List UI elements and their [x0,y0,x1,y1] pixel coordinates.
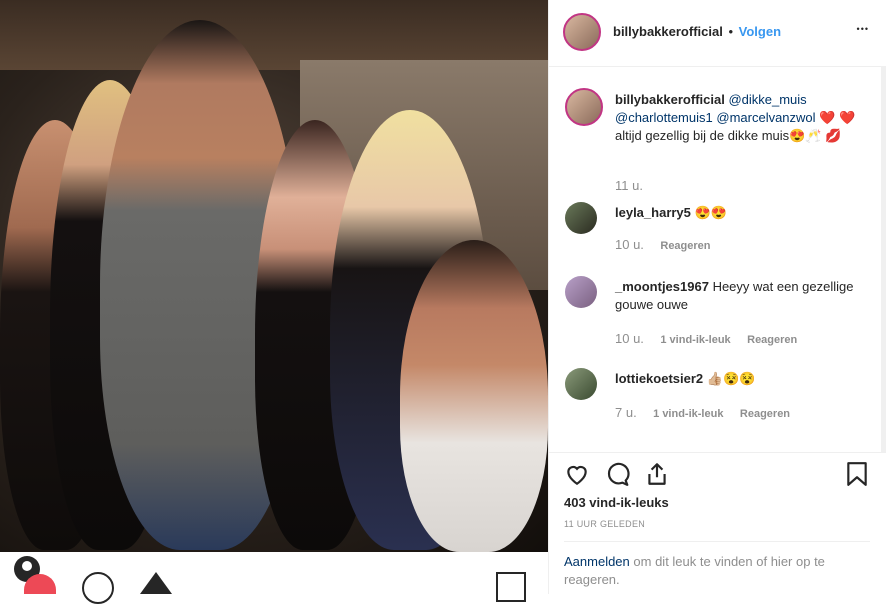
comment-meta: 10 u. Reageren [615,236,711,254]
comment-username[interactable]: lottiekoetsier2 [615,371,703,386]
caption-heart-2: ❤️ [838,110,856,125]
heart-emoji: ❤️ [819,110,836,125]
comments-scrollbar[interactable] [881,66,886,452]
feed-share-icon[interactable] [140,572,172,594]
comment-meta: 10 u. 1 vind-ik-leuk Reageren [615,330,797,348]
comment-age: 10 u. [615,331,644,346]
comment-avatar[interactable] [565,202,597,234]
comment-like-count[interactable]: 1 vind-ik-leuk [653,408,723,420]
caption-avatar[interactable] [565,88,603,126]
mention-dikke-muis[interactable]: @dikke_muis [728,92,806,107]
comment-username[interactable]: leyla_harry5 [615,205,691,220]
author-username[interactable]: billybakkerofficial [613,24,723,39]
comment-body: 👍🏼😵😵 [706,371,756,386]
more-options-icon[interactable]: ••• [857,24,869,34]
reply-button[interactable]: Reageren [740,408,790,420]
comment-text: lottiekoetsier2 👍🏼😵😵 [615,370,877,388]
feed-comment-icon[interactable] [82,572,114,604]
post-timestamp: 11 UUR GELEDEN [564,519,646,529]
comment-age: 10 u. [615,237,644,252]
more-icon-dots: ••• [856,24,869,34]
like-count[interactable]: 403 vind-ik-leuks [564,495,669,510]
post-header: billybakkerofficial • Volgen ••• [549,0,886,67]
follow-button[interactable]: Volgen [739,24,781,39]
feed-action-bar [0,552,548,604]
post-photo[interactable] [0,0,548,552]
share-icon[interactable] [644,461,670,487]
comment-item: lottiekoetsier2 👍🏼😵😵 7 u. 1 vind-ik-leuk… [565,368,877,428]
reply-button[interactable]: Reageren [747,334,797,346]
bookmark-icon[interactable] [846,461,868,487]
photo-person-6 [400,240,548,552]
caption-username[interactable]: billybakkerofficial [615,92,725,107]
user-icon [22,561,32,571]
lips-emoji: 💋 [825,128,842,143]
comment-avatar[interactable] [565,276,597,308]
comment-body: 😍😍 [694,205,727,220]
comment-text: _moontjes1967 Heeyy wat een gezellige go… [615,278,877,314]
comment-icon[interactable] [604,461,630,487]
header-separator: • [728,24,734,39]
mention-charlottemuis1[interactable]: @charlottemuis1 [615,110,713,125]
feed-bookmark-icon[interactable] [496,572,526,602]
caption-age: 11 u. [615,178,643,193]
comment-item: leyla_harry5 😍😍 10 u. Reageren [565,202,877,262]
mention-marcelvanzwol[interactable]: @marcelvanzwol [716,110,815,125]
author-avatar[interactable] [563,13,601,51]
caption-text: billybakkerofficial @dikke_muis @charlot… [615,91,877,145]
comment-username[interactable]: _moontjes1967 [615,279,709,294]
login-prompt: Aanmelden om dit leuk te vinden of hier … [564,541,870,589]
comment-text: leyla_harry5 😍😍 [615,204,877,222]
comment-item: _moontjes1967 Heeyy wat een gezellige go… [565,276,877,346]
caption: billybakkerofficial @dikke_muis @charlot… [565,88,877,178]
caption-body: altijd gezellig bij de dikke muis😍🥂 [615,128,822,143]
post-actions: 403 vind-ik-leuks 11 UUR GELEDEN Aanmeld… [548,452,886,595]
comment-meta: 7 u. 1 vind-ik-leuk Reageren [615,404,790,422]
comment-age: 7 u. [615,405,637,420]
login-link[interactable]: Aanmelden [564,554,630,569]
reply-button[interactable]: Reageren [660,240,710,252]
comment-like-count[interactable]: 1 vind-ik-leuk [660,334,730,346]
comment-avatar[interactable] [565,368,597,400]
feed-heart-icon[interactable] [24,574,56,594]
heart-icon[interactable] [564,461,590,487]
